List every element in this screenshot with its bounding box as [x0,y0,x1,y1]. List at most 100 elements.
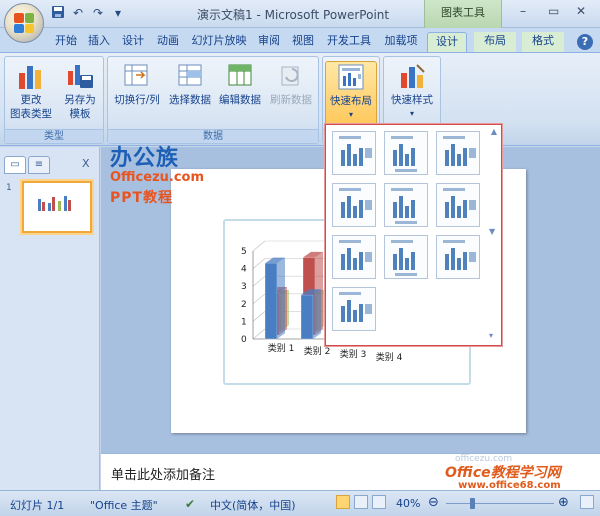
minimize-button[interactable]: – [520,4,526,18]
y-tick-label: 0 [241,335,247,345]
y-tick-label: 3 [241,282,247,292]
quick-styles-label: 快速样式 [391,94,433,106]
layout-option-6[interactable] [436,183,480,227]
tab-insert[interactable]: 插入 [84,32,114,52]
tab-review[interactable]: 审阅 [254,32,284,52]
layout-option-5[interactable] [384,183,428,227]
help-icon[interactable]: ? [577,34,593,50]
layout-preview-icon [391,188,417,224]
layout-option-2[interactable] [384,131,428,175]
tab-home[interactable]: 开始 [52,32,80,52]
select-data-button[interactable]: 选择数据 [166,61,214,107]
switch-row-column-button[interactable]: 切换行/列 [110,61,164,107]
grid-diag [252,293,266,305]
zoom-level[interactable]: 40% [396,497,420,510]
layout-preview-icon [339,188,372,218]
group-data: 切换行/列 选择数据 编辑数据 刷新数据 数据 [107,56,319,144]
undo-icon[interactable]: ↶ [70,5,86,21]
layout-preview-icon [339,292,372,322]
x-tick-label: 类别 4 [376,351,403,363]
maximize-button[interactable]: ▭ [548,4,559,18]
office-button[interactable] [4,3,44,43]
x-tick-label: 类别 1 [268,342,295,354]
change-chart-type-button[interactable]: 更改 图表类型 [9,61,53,121]
quick-layout-button[interactable]: 快速布局 ▾ [325,61,377,127]
edit-data-button[interactable]: 编辑数据 [216,61,264,107]
gallery-more-icon[interactable]: ▾ [489,331,493,340]
switch-row-column-icon [122,61,152,91]
layout-option-9[interactable] [436,235,480,279]
chart-type-icon [16,61,46,91]
redo-icon[interactable]: ↷ [90,5,106,21]
layout-option-4[interactable] [332,183,376,227]
panel-close-icon[interactable]: X [82,157,90,170]
gallery-scrollbar[interactable]: ▲ ▼ ▾ [489,127,499,343]
grid-diag [252,240,266,252]
save-icon[interactable] [50,5,66,21]
group-type-label: 类型 [5,129,103,143]
corner-watermark-title: Office教程学习网 [445,465,561,481]
tab-chart-layout[interactable]: 布局 [474,32,516,52]
zoom-slider-track[interactable] [446,503,554,504]
slides-tab[interactable]: ▭ [4,156,26,174]
chart-tools-label: 图表工具 [424,0,502,28]
x-tick-label: 类别 3 [340,348,367,360]
layout-preview-icon [339,240,372,270]
zoom-in-icon[interactable]: ⊕ [558,495,569,510]
scroll-up-icon[interactable]: ▲ [489,127,499,136]
quick-styles-arrow-icon: ▾ [409,109,414,118]
refresh-data-icon [276,61,306,91]
outline-tab[interactable]: ≡ [28,156,50,174]
save-template-icon [65,61,95,91]
thumbnail-chart-icon [38,196,71,211]
scroll-down-icon[interactable]: ▼ [489,227,495,236]
quick-styles-icon [397,61,427,91]
watermark-sub: Officezu.com [110,170,205,185]
fit-to-window-icon[interactable] [580,495,594,509]
close-button[interactable]: ✕ [576,4,586,18]
quick-access-toolbar: ↶ ↷ ▾ [50,5,126,21]
layout-option-1[interactable] [332,131,376,175]
layout-option-10[interactable] [332,287,376,331]
layout-option-7[interactable] [332,235,376,279]
tab-animation[interactable]: 动画 [152,32,184,52]
refresh-data-button[interactable]: 刷新数据 [266,61,316,107]
y-tick-label: 2 [241,300,247,310]
ribbon: 更改 图表类型 另存为 模板 类型 切换行/列 选择数据 编辑数据 刷新数据 数… [0,52,600,146]
x-tick-label: 类别 2 [304,345,331,357]
change-chart-type-label1: 更改 [20,94,42,106]
grid-diag [252,311,266,322]
layout-preview-icon [391,240,417,276]
quick-styles-button[interactable]: 快速样式 ▾ [386,61,438,121]
edit-data-icon [225,61,255,91]
slide-sorter-icon[interactable] [354,495,368,509]
theme-indicator: "Office 主题" [90,499,158,512]
slide-indicator: 幻灯片 1/1 [10,499,65,512]
tab-view[interactable]: 视图 [288,32,318,52]
save-as-template-label2: 模板 [69,108,91,120]
select-data-label: 选择数据 [169,94,211,106]
grid-diag [252,275,266,287]
layout-option-3[interactable] [436,131,480,175]
save-as-template-button[interactable]: 另存为 模板 [59,61,101,121]
slide-thumbnail[interactable] [22,181,92,233]
tab-design[interactable]: 设计 [118,32,148,52]
quick-layout-label: 快速布局 [330,95,372,107]
normal-view-icon[interactable] [336,495,350,509]
zoom-slider-thumb[interactable] [470,498,475,509]
slideshow-view-icon[interactable] [372,495,386,509]
tab-addins[interactable]: 加载项 [380,32,422,52]
title-bar: ↶ ↷ ▾ 演示文稿1 - Microsoft PowerPoint 图表工具 … [0,0,600,28]
tab-slideshow[interactable]: 幻灯片放映 [188,32,250,52]
zoom-out-icon[interactable]: ⊖ [428,495,439,510]
layout-option-8[interactable] [384,235,428,279]
watermark-ppt: PPT教程 [110,190,174,206]
status-bar: 幻灯片 1/1 "Office 主题" ✔ 中文(简体，中国) 40% ⊖ ⊕ [0,490,600,516]
tab-chart-format[interactable]: 格式 [522,32,564,52]
tab-chart-design[interactable]: 设计 [427,32,467,52]
spellcheck-icon[interactable]: ✔ [185,497,195,511]
tab-developer[interactable]: 开发工具 [322,32,376,52]
customize-icon[interactable]: ▾ [110,5,126,21]
ribbon-tabs: 开始 插入 设计 动画 幻灯片放映 审阅 视图 开发工具 加载项 设计 布局 格… [0,28,600,52]
bar-side [277,257,285,339]
